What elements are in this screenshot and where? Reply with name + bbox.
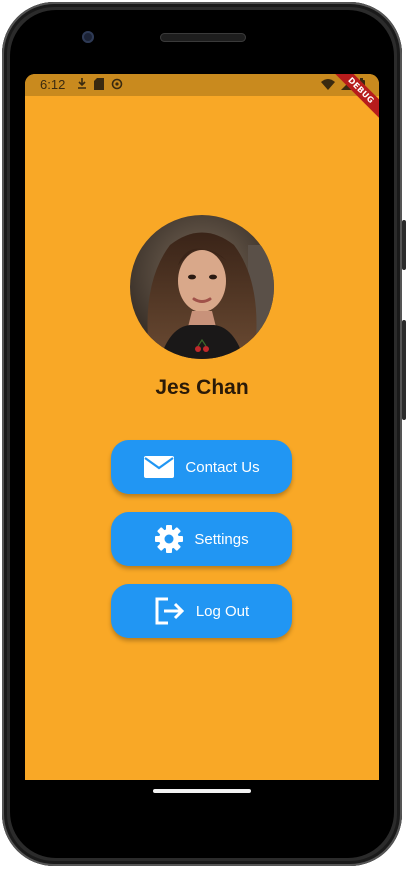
settings-icon (111, 78, 123, 93)
status-icons-left (77, 78, 123, 93)
logout-icon (154, 597, 186, 625)
app-screen: 6:12 DEBUG Jes Chan Contact Us Settings … (25, 74, 379, 780)
sd-card-icon (94, 78, 104, 93)
contact-us-label: Contact Us (185, 458, 260, 476)
status-time: 6:12 (40, 77, 66, 92)
log-out-label: Log Out (195, 602, 250, 620)
contact-us-button[interactable]: Contact Us (111, 440, 292, 494)
home-indicator[interactable] (153, 789, 251, 793)
power-button (402, 220, 406, 270)
settings-button[interactable]: Settings (111, 512, 292, 566)
status-bar: 6:12 (25, 74, 379, 96)
gear-icon (154, 524, 184, 554)
mail-icon (143, 455, 175, 479)
download-icon (77, 78, 87, 93)
user-name: Jes Chan (155, 376, 249, 399)
settings-label: Settings (194, 530, 249, 548)
avatar (130, 215, 274, 359)
volume-button (402, 320, 406, 420)
wifi-icon (321, 78, 335, 93)
log-out-button[interactable]: Log Out (111, 584, 292, 638)
front-camera (82, 31, 94, 43)
earpiece-speaker (160, 33, 246, 42)
